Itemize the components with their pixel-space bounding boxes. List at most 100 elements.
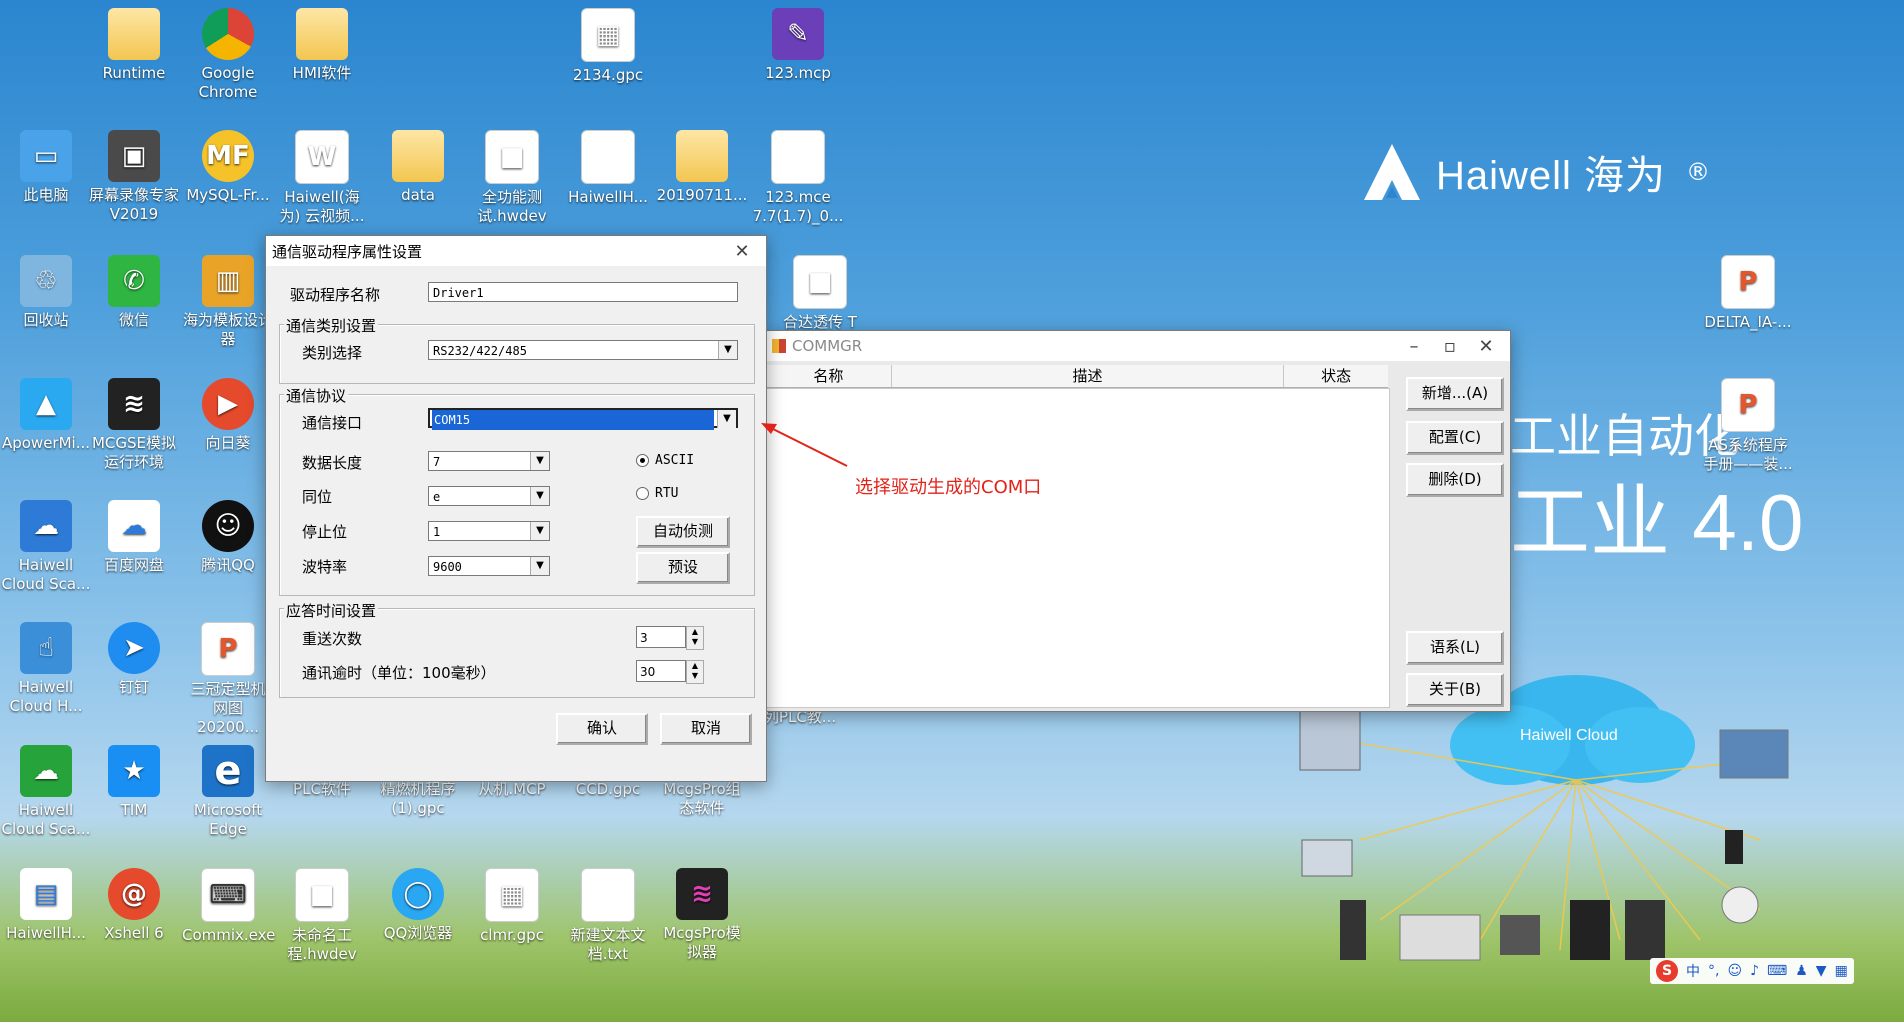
desktop-icon-screen-recorder[interactable]: ▣ 屏幕录像专家 V2019 bbox=[88, 130, 180, 224]
chevron-down-icon[interactable]: ▼ bbox=[530, 522, 549, 540]
microphone-icon[interactable]: ♪ bbox=[1750, 963, 1759, 979]
qq-penguin-icon: ☺ bbox=[202, 500, 254, 552]
add-button[interactable]: 新增...(A) bbox=[1406, 377, 1504, 411]
desktop-icon-burner-gpc[interactable]: 精燃机程序(1).gpc bbox=[372, 780, 464, 818]
close-icon[interactable]: ✕ bbox=[1468, 336, 1504, 357]
preset-button[interactable]: 预设 bbox=[636, 552, 730, 584]
desktop-icon-dingtalk[interactable]: ➤ 钉钉 bbox=[88, 622, 180, 697]
chevron-down-icon[interactable]: ▼ bbox=[718, 341, 737, 359]
desktop-icon-data[interactable]: data bbox=[372, 130, 464, 205]
desktop-icon-sanguan[interactable]: P 三冠定型机 网图20200... bbox=[182, 622, 274, 737]
desktop-icon-123mce[interactable]: 123.mce 7.7(1.7)_0... bbox=[752, 130, 844, 226]
language-button[interactable]: 语系(L) bbox=[1406, 631, 1504, 665]
config-button[interactable]: 配置(C) bbox=[1406, 421, 1504, 455]
stop-bit-label: 停止位 bbox=[302, 523, 348, 541]
desktop-icon-haiwell-video[interactable]: W Haiwell(海为) 云视频... bbox=[276, 130, 368, 226]
keyboard-icon[interactable]: ⌨ bbox=[1767, 963, 1787, 979]
desktop-icon-mcgspro[interactable]: McgsPro组态软件 bbox=[656, 780, 748, 818]
desktop-icon-2134[interactable]: ▦ 2134.gpc bbox=[562, 8, 654, 85]
emoji-icon[interactable]: ☺ bbox=[1727, 963, 1742, 979]
sogou-icon[interactable]: S bbox=[1656, 960, 1678, 982]
desktop-icon-as-manual[interactable]: P AS系统程序手册——装... bbox=[1702, 378, 1794, 474]
haiwell-logo-icon bbox=[1364, 144, 1420, 200]
auto-detect-button[interactable]: 自动侦测 bbox=[636, 516, 730, 548]
retry-input[interactable]: 3 bbox=[636, 626, 686, 648]
desktop-icon-20190711[interactable]: 20190711... bbox=[656, 130, 748, 205]
port-select[interactable]: COM15 ▼ bbox=[428, 408, 738, 430]
column-status[interactable]: 状态 bbox=[1284, 365, 1388, 387]
desktop-icon-runtime[interactable]: Runtime bbox=[88, 8, 180, 83]
gpc-file-icon: ▦ bbox=[581, 8, 635, 62]
maximize-icon[interactable]: ▫ bbox=[1432, 336, 1468, 357]
commgr-driver-list[interactable] bbox=[766, 388, 1390, 708]
type-select[interactable]: RS232/422/485 ▼ bbox=[428, 340, 738, 360]
delete-button[interactable]: 删除(D) bbox=[1406, 463, 1504, 497]
desktop-icon-slave-mcp[interactable]: 从机.MCP bbox=[466, 780, 558, 799]
desktop-icon-xshell[interactable]: @ Xshell 6 bbox=[88, 868, 180, 943]
column-description[interactable]: 描述 bbox=[892, 365, 1285, 387]
parity-select[interactable]: e ▼ bbox=[428, 486, 550, 506]
cancel-button[interactable]: 取消 bbox=[660, 713, 752, 745]
desktop-icon-ccd-gpc[interactable]: CCD.gpc bbox=[562, 780, 654, 799]
desktop-icon-haiwellh-app[interactable]: ▤ HaiwellH... bbox=[0, 868, 92, 943]
driver-dialog-title: 通信驱动程序属性设置 bbox=[272, 242, 423, 261]
desktop-icon-apowermirror[interactable]: ▲ ApowerMi... bbox=[0, 378, 92, 453]
folder-icon bbox=[676, 130, 728, 182]
desktop-icon-full-test[interactable]: ■ 全功能测试.hwdev bbox=[466, 130, 558, 226]
driver-dialog-titlebar[interactable]: 通信驱动程序属性设置 ✕ bbox=[266, 236, 766, 266]
stop-bit-select[interactable]: 1 ▼ bbox=[428, 521, 550, 541]
desktop-icon-haiwell-template[interactable]: ▥ 海为模板设计器 bbox=[182, 255, 274, 349]
grid-icon[interactable]: ▦ bbox=[1835, 963, 1848, 979]
desktop-icon-delta[interactable]: P DELTA_IA-... bbox=[1702, 255, 1794, 332]
driver-name-input[interactable]: Driver1 bbox=[428, 282, 738, 302]
desktop-icon-baidu-netdisk[interactable]: ☁ 百度网盘 bbox=[88, 500, 180, 575]
type-group-title: 通信类别设置 bbox=[284, 315, 379, 336]
desktop-icon-haiwell-cloud-h[interactable]: ☝ Haiwell Cloud H... bbox=[0, 622, 92, 716]
desktop-icon-edge[interactable]: e Microsoft Edge bbox=[182, 745, 274, 839]
timeout-spinner[interactable]: ▲ ▼ bbox=[686, 660, 704, 684]
desktop-icon-qq-browser[interactable]: ◯ QQ浏览器 bbox=[372, 868, 464, 943]
retry-spinner[interactable]: ▲ ▼ bbox=[686, 626, 704, 650]
commgr-titlebar[interactable]: COMMGR – ▫ ✕ bbox=[766, 331, 1510, 361]
chevron-down-icon[interactable]: ▼ bbox=[530, 452, 549, 470]
desktop-icon-wechat[interactable]: ✆ 微信 bbox=[88, 255, 180, 330]
minimize-icon[interactable]: – bbox=[1396, 336, 1432, 357]
desktop-icon-haiwell-cloud-scada[interactable]: ☁ Haiwell Cloud Sca... bbox=[0, 500, 92, 594]
ascii-radio[interactable]: ASCII bbox=[636, 453, 694, 468]
rtu-radio[interactable]: RTU bbox=[636, 486, 678, 501]
desktop-icon-commix[interactable]: ⌨ Commix.exe bbox=[182, 868, 275, 945]
desktop-icon-haiwell-cloud-scada-2[interactable]: ☁ Haiwell Cloud Sca... bbox=[0, 745, 92, 839]
baud-rate-select[interactable]: 9600 ▼ bbox=[428, 556, 550, 576]
desktop-icon-hmi[interactable]: HMI软件 bbox=[276, 8, 368, 83]
desktop-icon-mcgspro-sim[interactable]: ≋ McgsPro模拟器 bbox=[656, 868, 748, 962]
desktop-icon-recycle-bin[interactable]: ♲ 回收站 bbox=[0, 255, 92, 330]
skin-icon[interactable]: ▼ bbox=[1816, 963, 1827, 979]
ime-language[interactable]: 中 bbox=[1686, 961, 1700, 981]
desktop-icon-sunflower[interactable]: ▶ 向日葵 bbox=[182, 378, 274, 453]
desktop-icon-qq[interactable]: ☺ 腾讯QQ bbox=[182, 500, 274, 575]
about-button[interactable]: 关于(B) bbox=[1406, 673, 1504, 707]
desktop-icon-mcgse[interactable]: ≋ MCGSE模拟运行环境 bbox=[88, 378, 180, 472]
chevron-down-icon[interactable]: ▼ bbox=[717, 410, 736, 428]
ime-toolbar[interactable]: S 中 °, ☺ ♪ ⌨ ♟ ▼ ▦ bbox=[1650, 958, 1854, 984]
timeout-input[interactable]: 30 bbox=[636, 660, 686, 682]
desktop-icon-haiwellh-doc[interactable]: HaiwellH... bbox=[562, 130, 654, 207]
desktop-icon-new-text[interactable]: 新建文本文档.txt bbox=[562, 868, 654, 964]
desktop-icon-clmr[interactable]: ▦ clmr.gpc bbox=[466, 868, 558, 945]
column-name[interactable]: 名称 bbox=[766, 365, 892, 387]
desktop-icon-123mcp[interactable]: ✎ 123.mcp bbox=[752, 8, 844, 83]
desktop-icon-chrome[interactable]: Google Chrome bbox=[182, 8, 274, 102]
chevron-down-icon[interactable]: ▼ bbox=[530, 557, 549, 575]
ok-button[interactable]: 确认 bbox=[556, 713, 648, 745]
desktop-icon-plc-software[interactable]: PLC软件 bbox=[276, 780, 368, 799]
close-icon[interactable]: ✕ bbox=[724, 241, 760, 262]
data-length-select[interactable]: 7 ▼ bbox=[428, 451, 550, 471]
desktop-icon-unnamed-project[interactable]: ■ 未命名工程.hwdev bbox=[276, 868, 368, 964]
desktop-icon-tim[interactable]: ★ TIM bbox=[88, 745, 180, 820]
desktop-icon-mysql[interactable]: MF MySQL-Fr... bbox=[182, 130, 274, 205]
desktop-icon-partial[interactable]: ■ 合达透传 T bbox=[774, 255, 866, 332]
punctuation-icon[interactable]: °, bbox=[1708, 963, 1719, 979]
desktop-icon-this-pc[interactable]: ▭ 此电脑 bbox=[0, 130, 92, 205]
user-icon[interactable]: ♟ bbox=[1795, 963, 1808, 979]
chevron-down-icon[interactable]: ▼ bbox=[530, 487, 549, 505]
